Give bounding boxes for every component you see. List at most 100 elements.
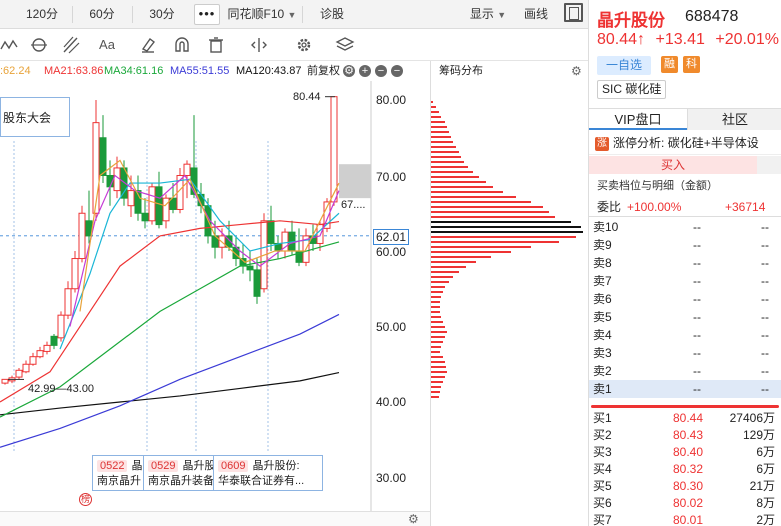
ask-row[interactable]: 卖5 -- -- xyxy=(589,308,781,326)
ask-volume: -- xyxy=(761,328,769,342)
candle-body xyxy=(162,197,170,222)
period-30min[interactable]: 30分 xyxy=(134,0,190,29)
candle-body xyxy=(64,288,72,316)
limit-text: 碳化硅+半导体设 xyxy=(667,136,759,150)
bid-volume: 21万 xyxy=(749,479,775,493)
bid-volume: 6万 xyxy=(756,445,775,459)
panel-toggle-icon[interactable] xyxy=(564,3,583,22)
chip-bar xyxy=(431,361,445,363)
zoom-in-icon[interactable]: + xyxy=(359,65,371,77)
news-sub: 南京晶升 xyxy=(97,475,141,487)
bid-price: 80.30 xyxy=(673,479,704,493)
bid-row[interactable]: 买1 80.44 27406万 xyxy=(589,409,781,427)
ask-label: 卖10 xyxy=(593,220,619,234)
wave-icon[interactable] xyxy=(0,35,20,55)
more-periods-button[interactable]: ••• xyxy=(194,4,220,25)
cycle-icon[interactable] xyxy=(29,35,49,55)
candle-body xyxy=(71,258,79,290)
text-icon[interactable]: Aa xyxy=(95,35,119,55)
kline-chart[interactable]: 股东大会 80.00 70.00 60.00 50.00 40.00 30.00… xyxy=(0,81,430,511)
chip-bar xyxy=(431,246,531,248)
split-icon[interactable] xyxy=(249,35,269,55)
bid-row[interactable]: 买4 80.32 6万 xyxy=(589,460,781,478)
bid-row[interactable]: 买2 80.43 129万 xyxy=(589,426,781,444)
candle-body xyxy=(183,163,191,177)
ask-label: 卖6 xyxy=(593,292,612,306)
news-item[interactable]: 0522 晶 南京晶升 xyxy=(92,455,148,491)
period-60min[interactable]: 60分 xyxy=(74,0,130,29)
gear-icon[interactable]: ⚙ xyxy=(408,513,420,525)
ask-row[interactable]: 卖2 -- -- xyxy=(589,362,781,380)
news-item[interactable]: 0609 晶升股份: 华泰联合证券有... xyxy=(213,455,323,491)
bid-price: 80.02 xyxy=(673,496,704,510)
tab-community[interactable]: 社区 xyxy=(687,109,781,130)
event-annotation[interactable]: 股东大会 xyxy=(0,97,70,137)
draw-line-button[interactable]: 画线 xyxy=(516,0,556,29)
ask-row[interactable]: 卖6 -- -- xyxy=(589,290,781,308)
adjust-mode[interactable]: 前复权 xyxy=(307,61,340,81)
settings-icon[interactable] xyxy=(294,35,314,55)
chip-bar xyxy=(431,211,549,213)
bid-row[interactable]: 买3 80.40 6万 xyxy=(589,443,781,461)
buy-button[interactable]: 买入 xyxy=(589,156,757,174)
gear-icon[interactable]: ⚙ xyxy=(571,65,583,77)
bid-price: 80.43 xyxy=(673,428,704,442)
chip-bar xyxy=(431,346,441,348)
chip-bar xyxy=(431,111,439,113)
ask-row[interactable]: 卖10 -- -- xyxy=(589,218,781,236)
ask-row[interactable]: 卖3 -- -- xyxy=(589,344,781,362)
f10-menu[interactable]: 同花顺F10 ▼ xyxy=(226,0,298,29)
tab-vip[interactable]: VIP盘口 xyxy=(589,109,687,130)
candle-body xyxy=(267,220,275,244)
stock-name: 晶升股份 xyxy=(597,11,665,30)
fork-icon[interactable] xyxy=(61,35,81,55)
bid-row[interactable]: 买7 80.01 2万 xyxy=(589,511,781,526)
ask-row[interactable]: 卖4 -- -- xyxy=(589,326,781,344)
candle-body xyxy=(78,212,86,260)
chip-bar xyxy=(431,136,451,138)
candle-body xyxy=(57,314,65,339)
display-menu[interactable]: 显示 ▼ xyxy=(460,0,516,29)
ask-volume: -- xyxy=(761,238,769,252)
zoom-out-icon[interactable]: − xyxy=(375,65,387,77)
ask-price: -- xyxy=(693,292,701,306)
magnet-icon[interactable] xyxy=(172,35,192,55)
chip-bar xyxy=(431,146,456,148)
chip-bar xyxy=(431,171,473,173)
news-date: 0609 xyxy=(218,460,249,472)
concept-tag[interactable]: SIC 碳化硅 xyxy=(597,80,667,99)
candle-body xyxy=(99,137,107,176)
drawing-toolbar: Aa xyxy=(0,29,430,61)
bid-price: 80.01 xyxy=(673,513,704,526)
quote-tabs: VIP盘口 社区 xyxy=(589,108,781,130)
layers-icon[interactable] xyxy=(335,35,355,55)
period-120min[interactable]: 120分 xyxy=(14,0,70,29)
ask-label: 卖1 xyxy=(593,382,612,396)
ma34-value: MA34:61.16 xyxy=(104,65,164,77)
ask-row[interactable]: 卖7 -- -- xyxy=(589,272,781,290)
chip-bar xyxy=(431,341,443,343)
ask-row[interactable]: 卖1 -- -- xyxy=(589,380,781,398)
candle-body xyxy=(50,335,58,346)
ranking-badge[interactable]: 榜 xyxy=(79,493,92,506)
chip-bar xyxy=(431,181,486,183)
chip-bar xyxy=(431,306,440,308)
minimize-icon[interactable]: − xyxy=(391,65,403,77)
news-item[interactable]: 0529 晶升股 南京晶升装备 xyxy=(143,455,215,491)
eraser-icon[interactable] xyxy=(138,35,158,55)
candle-body xyxy=(148,186,156,222)
news-sub: 南京晶升装备 xyxy=(148,475,214,487)
ask-row[interactable]: 卖8 -- -- xyxy=(589,254,781,272)
candle-body xyxy=(43,344,51,352)
bid-volume: 27406万 xyxy=(729,411,775,425)
bid-row[interactable]: 买5 80.30 21万 xyxy=(589,477,781,495)
chip-bar xyxy=(431,236,576,238)
add-watchlist-button[interactable]: 一自选 xyxy=(597,56,651,75)
bid-row[interactable]: 买6 80.02 8万 xyxy=(589,494,781,512)
ask-row[interactable]: 卖9 -- -- xyxy=(589,236,781,254)
settings-icon[interactable]: ⚙ xyxy=(343,65,355,77)
limit-up-analysis[interactable]: 涨涨停分析: 碳化硅+半导体设 xyxy=(589,131,781,155)
diagnose-button[interactable]: 诊股 xyxy=(308,0,356,29)
trash-icon[interactable] xyxy=(206,35,226,55)
sell-button-area[interactable] xyxy=(757,156,781,174)
